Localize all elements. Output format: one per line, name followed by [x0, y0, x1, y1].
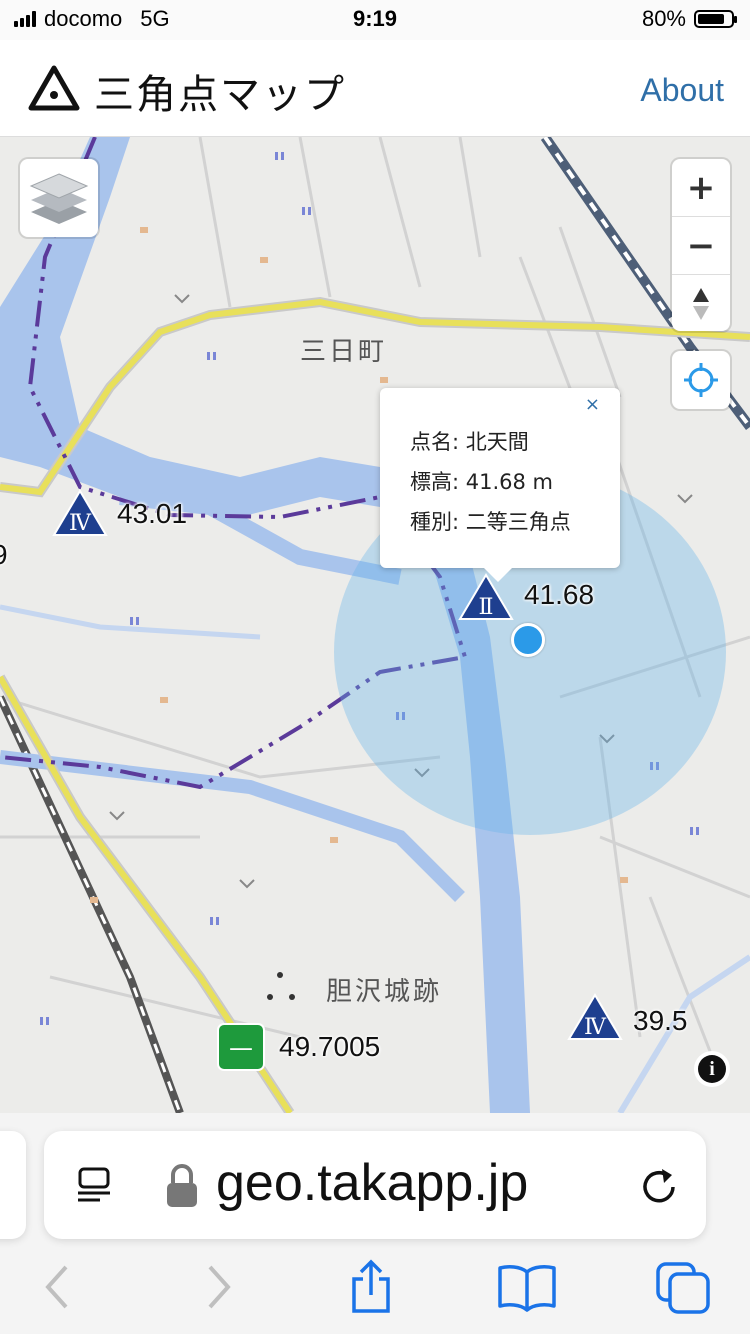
forward-icon	[208, 1265, 231, 1309]
point-elevation: 標高: 41.68 m	[410, 470, 554, 494]
app-title: 三角点マップ	[94, 72, 346, 118]
clock: 9:19	[352, 6, 398, 31]
grade-glyph: Ⅳ	[584, 1015, 607, 1040]
triangle-point-grade4-icon: Ⅳ	[52, 489, 108, 536]
crosshair-icon	[684, 363, 718, 397]
zoom-in-button[interactable]: +	[672, 159, 730, 217]
bookmarks-icon	[498, 1265, 556, 1312]
browser-toolbar: geo.takapp.jp	[0, 1113, 750, 1334]
battery-icon	[694, 10, 737, 28]
tabs-button[interactable]	[648, 1257, 718, 1317]
status-bar: docomo 5G 9:19 80%	[0, 0, 750, 40]
share-icon	[352, 1259, 390, 1313]
about-link[interactable]: About	[640, 72, 724, 109]
url-text: geo.takapp.jp	[216, 1154, 529, 1212]
battery-percent: 80%	[641, 6, 686, 31]
point-name: 点名: 北天間	[410, 430, 529, 454]
zoom-controls: + −	[672, 159, 730, 331]
grade-glyph: Ⅱ	[479, 595, 494, 620]
popup-close-button[interactable]: ×	[585, 394, 600, 415]
lock-icon	[167, 1164, 197, 1207]
attribution-button[interactable]: i	[694, 1051, 730, 1087]
elevation-label: 41.68	[524, 579, 595, 610]
page-menu-icon[interactable]	[74, 1165, 114, 1205]
grade-glyph: —	[229, 1034, 253, 1062]
app-header: 三角点マップ About	[0, 40, 750, 137]
share-button[interactable]	[336, 1257, 406, 1317]
elevation-label: 43.01	[117, 498, 188, 529]
point-type: 種別: 二等三角点	[410, 510, 571, 534]
back-button[interactable]	[22, 1257, 92, 1317]
place-label: 胆沢城跡	[326, 977, 443, 1007]
tabs-icon	[656, 1262, 710, 1314]
back-icon	[45, 1265, 68, 1309]
locate-button[interactable]	[672, 351, 730, 409]
elevation-label: 49.7005	[279, 1031, 381, 1062]
triangle-point-grade1-icon: —	[217, 1023, 265, 1071]
place-label: 三日町	[300, 337, 388, 367]
triangle-logo-icon	[28, 65, 80, 111]
elevation-label: 9	[0, 539, 8, 571]
bookmarks-button[interactable]	[492, 1257, 562, 1317]
forward-button[interactable]	[184, 1257, 254, 1317]
reload-icon[interactable]	[640, 1165, 680, 1207]
triangle-point-marker[interactable]: Ⅳ	[567, 993, 623, 1045]
info-icon: i	[698, 1055, 726, 1083]
zoom-out-button[interactable]: −	[672, 217, 730, 275]
compass-icon	[693, 287, 709, 320]
layers-icon	[29, 173, 89, 224]
map-view[interactable]: 三日町 胆沢城跡 9 Ⅳ 43.01 Ⅱ 41.68 Ⅳ 39.5 — 49.7…	[0, 137, 750, 1113]
point-info-popup: × 点名: 北天間 標高: 41.68 m 種別: 二等三角点	[380, 388, 620, 582]
triangle-point-grade4-icon: Ⅳ	[567, 993, 623, 1040]
layers-button[interactable]	[20, 159, 98, 237]
compass-button[interactable]	[672, 275, 730, 331]
address-bar[interactable]: geo.takapp.jp	[44, 1131, 706, 1239]
previous-tab-preview[interactable]	[0, 1131, 26, 1239]
triangle-point-marker[interactable]: —	[217, 1023, 265, 1075]
current-location-marker	[511, 623, 545, 657]
elevation-label: 39.5	[633, 1005, 688, 1036]
triangle-point-marker[interactable]: Ⅳ	[52, 489, 108, 541]
grade-glyph: Ⅳ	[69, 511, 92, 536]
